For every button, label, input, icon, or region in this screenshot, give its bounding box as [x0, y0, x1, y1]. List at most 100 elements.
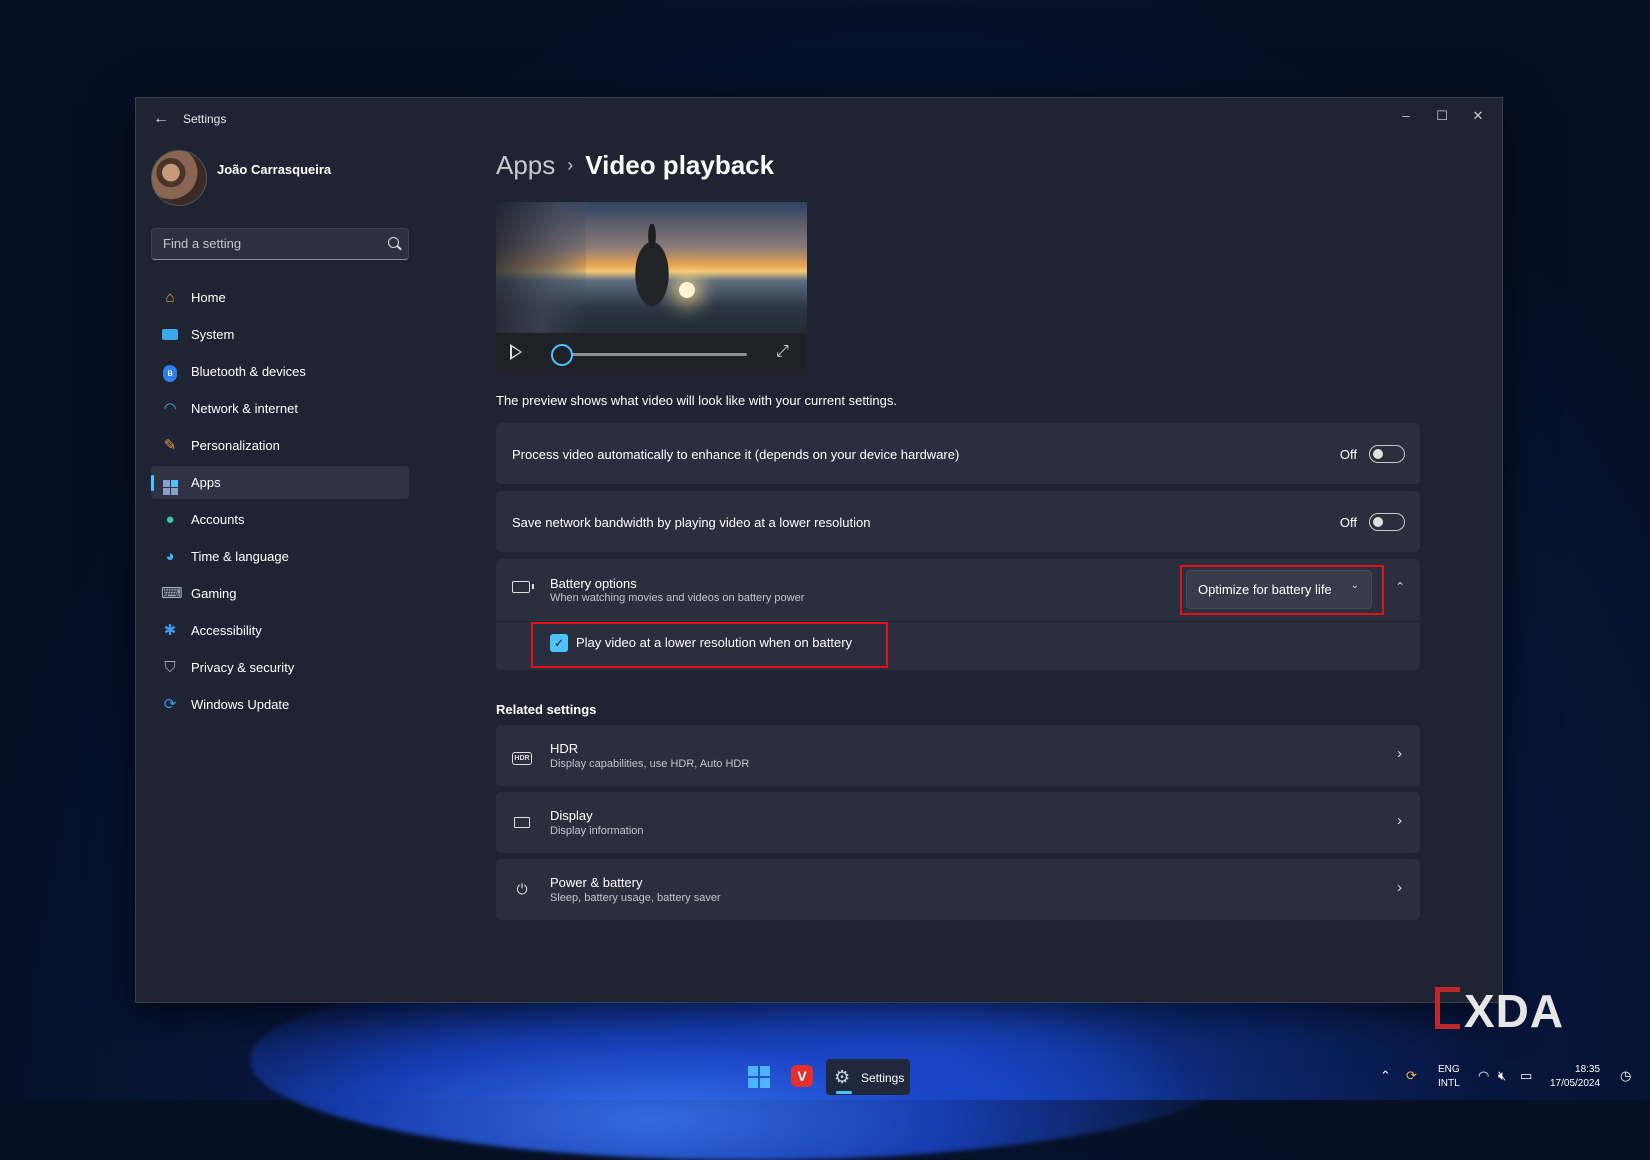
back-arrow-icon[interactable]: ←	[150, 108, 172, 130]
accessibility-icon: ✱	[163, 622, 177, 639]
related-item-title: HDR	[550, 741, 579, 756]
process-video-row: Process video automatically to enhance i…	[496, 423, 1420, 484]
process-video-label: Process video automatically to enhance i…	[512, 447, 960, 462]
vivaldi-browser-icon[interactable]: V	[791, 1065, 813, 1087]
notification-icon[interactable]: ◷	[1620, 1068, 1631, 1084]
related-item-subtitle: Display information	[550, 825, 644, 837]
settings-window: ← Settings – ☐ ✕ João Carrasqueira ⌂ Hom…	[135, 97, 1503, 1003]
chevron-up-icon[interactable]: ⌃	[1380, 1068, 1391, 1084]
sidebar-nav: ⌂ Home System ʙ Bluetooth & devices ◠ Ne…	[151, 281, 409, 725]
chevron-up-icon[interactable]: ⌄	[1395, 579, 1405, 593]
sidebar-item-label: Privacy & security	[191, 660, 295, 675]
video-controls: ⤢	[496, 333, 807, 375]
wifi-icon[interactable]: ◠	[1478, 1068, 1489, 1084]
battery-icon	[512, 581, 534, 593]
sidebar-item-accessibility[interactable]: ✱ Accessibility	[151, 614, 409, 647]
hdr-badge: HDR	[512, 752, 532, 765]
sidebar-item-label: System	[191, 327, 235, 342]
preview-railing	[496, 202, 586, 333]
related-settings-heading: Related settings	[496, 702, 597, 717]
taskbar: V ⚙ Settings ⌃ ⟳ ENG INTL ◠ 🔇︎ ▭ 18:35 1…	[0, 1052, 1650, 1100]
save-bandwidth-row: Save network bandwidth by playing video …	[496, 491, 1420, 552]
shield-icon: ⛉	[164, 659, 176, 676]
search-input[interactable]	[161, 235, 375, 252]
sidebar-item-label: Windows Update	[191, 697, 290, 712]
seek-thumb[interactable]	[551, 344, 573, 366]
preview-caption: The preview shows what video will look l…	[496, 393, 898, 408]
preview-sun	[679, 282, 695, 298]
seek-bar[interactable]	[562, 353, 747, 356]
sidebar-item-gaming[interactable]: ⌨ Gaming	[151, 577, 409, 610]
taskbar-settings-app[interactable]: ⚙ Settings	[826, 1059, 910, 1095]
sidebar-item-personalization[interactable]: ✎ Personalization	[151, 429, 409, 462]
taskbar-settings-label: Settings	[861, 1071, 905, 1085]
date: 17/05/2024	[1550, 1078, 1601, 1089]
main-content: Apps › Video playback ⤢ The preview shows …	[496, 98, 1502, 1002]
profile-name: João Carrasqueira	[217, 162, 332, 177]
sidebar-item-label: Apps	[191, 475, 221, 490]
save-bandwidth-toggle[interactable]	[1369, 513, 1405, 531]
breadcrumb-parent[interactable]: Apps	[496, 150, 555, 180]
sidebar-item-system[interactable]: System	[151, 318, 409, 351]
related-item-subtitle: Display capabilities, use HDR, Auto HDR	[550, 758, 750, 770]
xda-logo-text: XDA	[1464, 985, 1565, 1037]
related-item-display[interactable]: Display Display information ›	[496, 792, 1420, 853]
language-indicator[interactable]: ENG INTL	[1438, 1063, 1460, 1091]
gamepad-icon: ⌨	[161, 585, 183, 602]
search-icon[interactable]	[388, 237, 399, 248]
sidebar-item-label: Accessibility	[191, 623, 262, 638]
sidebar-item-label: Personalization	[191, 438, 280, 453]
sidebar-item-label: Gaming	[191, 586, 237, 601]
display-icon	[512, 813, 532, 831]
clock[interactable]: 18:35 17/05/2024	[1550, 1063, 1600, 1091]
related-item-hdr[interactable]: HDR HDR Display capabilities, use HDR, A…	[496, 725, 1420, 786]
volume-muted-icon[interactable]: 🔇︎	[1498, 1068, 1506, 1084]
video-preview: ⤢	[496, 202, 807, 375]
wifi-icon: ◠	[163, 400, 177, 417]
related-item-title: Display	[550, 808, 593, 823]
active-indicator	[836, 1091, 852, 1094]
account-icon: ●	[165, 511, 175, 528]
battery-icon[interactable]: ▭	[1520, 1068, 1532, 1084]
process-video-toggle[interactable]	[1369, 445, 1405, 463]
sidebar-item-privacy[interactable]: ⛉ Privacy & security	[151, 651, 409, 684]
sidebar-item-accounts[interactable]: ● Accounts	[151, 503, 409, 536]
breadcrumb-separator: ›	[567, 155, 574, 175]
window-title: Settings	[183, 112, 227, 126]
sidebar-item-label: Network & internet	[191, 401, 298, 416]
chevron-right-icon: ›	[1397, 812, 1402, 829]
page-title: Video playback	[585, 150, 775, 180]
related-item-power-battery[interactable]: ⏻ Power & battery Sleep, battery usage, …	[496, 859, 1420, 920]
fullscreen-icon[interactable]: ⤢	[776, 343, 789, 361]
play-icon[interactable]	[510, 344, 522, 360]
bluetooth-icon: ʙ	[161, 363, 179, 382]
sidebar-item-label: Accounts	[191, 512, 245, 527]
sidebar-item-bluetooth[interactable]: ʙ Bluetooth & devices	[151, 355, 409, 388]
avatar[interactable]	[151, 150, 207, 206]
sidebar-item-windows-update[interactable]: ⟳ Windows Update	[151, 688, 409, 721]
chevron-right-icon: ›	[1397, 745, 1402, 762]
home-icon: ⌂	[165, 289, 175, 306]
sidebar-item-time-language[interactable]: ◕ Time & language	[151, 540, 409, 573]
update-icon: ⟳	[163, 696, 177, 713]
start-button[interactable]	[748, 1066, 770, 1088]
sidebar-item-label: Time & language	[191, 549, 289, 564]
sidebar-item-label: Bluetooth & devices	[191, 364, 306, 379]
chevron-right-icon: ›	[1397, 879, 1402, 896]
xda-logo-mark	[1435, 987, 1460, 1029]
xda-watermark: XDA	[1435, 985, 1564, 1034]
apps-icon	[161, 474, 179, 495]
keyboard-layout: INTL	[1438, 1078, 1460, 1089]
related-item-subtitle: Sleep, battery usage, battery saver	[550, 892, 721, 904]
sidebar-item-home[interactable]: ⌂ Home	[151, 281, 409, 314]
preview-person	[626, 224, 678, 324]
hdr-icon: HDR	[512, 746, 532, 765]
sidebar-item-network[interactable]: ◠ Network & internet	[151, 392, 409, 425]
search-box[interactable]	[151, 228, 409, 260]
process-video-state: Off	[1339, 447, 1357, 462]
brush-icon: ✎	[163, 437, 177, 454]
sidebar-item-label: Home	[191, 290, 226, 305]
sidebar-item-apps[interactable]: Apps	[151, 466, 409, 499]
sync-icon[interactable]: ⟳	[1406, 1068, 1417, 1084]
related-item-title: Power & battery	[550, 875, 643, 890]
